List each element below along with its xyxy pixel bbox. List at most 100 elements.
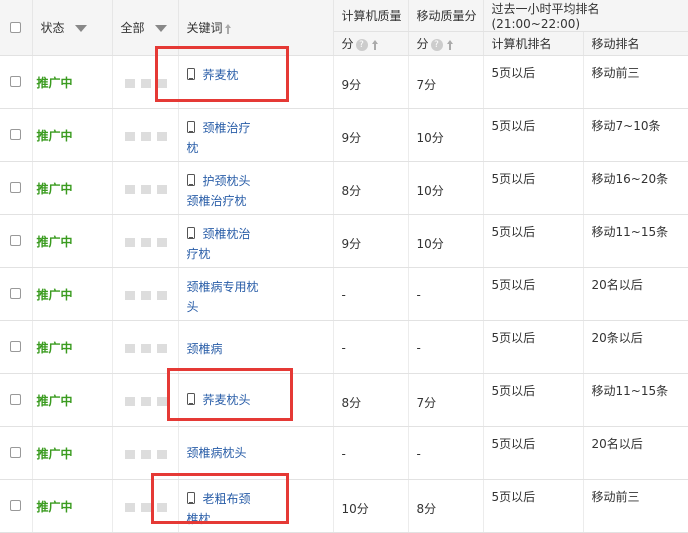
- mobile-phone-icon: [186, 121, 195, 133]
- mobile-quality-score: -: [408, 426, 484, 480]
- keyword-link[interactable]: 颈椎病: [187, 342, 223, 356]
- status-text: 推广中: [32, 267, 113, 321]
- row-select-cell: [0, 55, 33, 109]
- row-select-cell: [0, 161, 33, 215]
- pc-quality-score: 9分: [333, 55, 409, 109]
- header-status-label: 状态: [40, 21, 65, 35]
- pc-rank-value: 5页以后: [483, 426, 584, 480]
- keyword-sort-arrow-icon[interactable]: [224, 23, 232, 34]
- keyword-cell: 颈椎病枕头: [178, 426, 334, 480]
- pc-rank-value: 5页以后: [483, 161, 584, 215]
- table-row: 推广中 护颈枕头颈椎治疗枕 8分 10分 5页以后 移动16~20条: [0, 161, 688, 215]
- row-select-cell: [0, 479, 33, 533]
- status-filter-triangle-icon[interactable]: [74, 25, 87, 32]
- table-row: 推广中 颈椎病专用枕头 - - 5页以后 20名以后: [0, 267, 688, 321]
- highlight-box-3: [151, 473, 289, 524]
- row-checkbox[interactable]: [10, 76, 21, 87]
- header-mobile-rank: 移动排名: [583, 31, 688, 56]
- mobile-quality-score: 7分: [408, 55, 484, 109]
- mobile-quality-score: 10分: [408, 108, 484, 162]
- status-text: 推广中: [32, 161, 113, 215]
- pc-quality-score: 9分: [333, 108, 409, 162]
- row-checkbox[interactable]: [10, 182, 21, 193]
- pc-quality-score: 8分: [333, 373, 409, 427]
- table-row: 推广中 颈椎病 - - 5页以后 20条以后: [0, 320, 688, 374]
- pc-score-unit-label: 分: [341, 37, 354, 51]
- pc-rank-value: 5页以后: [483, 373, 584, 427]
- highlight-box-1: [155, 46, 289, 102]
- status-text: 推广中: [32, 479, 113, 533]
- keyword-link[interactable]: 颈椎治疗: [203, 121, 251, 135]
- keyword-link-cont[interactable]: 头: [187, 300, 199, 314]
- keyword-link[interactable]: 颈椎病枕头: [187, 446, 247, 460]
- placeholder-squares: [112, 267, 179, 321]
- pc-rank-value: 5页以后: [483, 55, 584, 109]
- mobile-rank-value: 移动16~20条: [583, 161, 688, 215]
- mobile-rank-value: 移动11~15条: [583, 373, 688, 427]
- mobile-quality-score: 10分: [408, 161, 484, 215]
- mobile-quality-score: 7分: [408, 373, 484, 427]
- keyword-cell: 颈椎病: [178, 320, 334, 374]
- mobile-rank-value: 20名以后: [583, 426, 688, 480]
- keyword-cell: 颈椎治疗枕: [178, 108, 334, 162]
- row-select-cell: [0, 267, 33, 321]
- table-row: 推广中 颈椎治疗枕 9分 10分 5页以后 移动7~10条: [0, 108, 688, 162]
- pc-quality-score: 9分: [333, 214, 409, 268]
- placeholder-squares: [112, 108, 179, 162]
- mobile-rank-value: 20条以后: [583, 320, 688, 374]
- header-past-hour: 过去一小时平均排名(21:00~22:00): [483, 0, 688, 32]
- row-checkbox[interactable]: [10, 341, 21, 352]
- keyword-link-cont[interactable]: 枕: [187, 141, 199, 155]
- pc-quality-score: -: [333, 320, 409, 374]
- highlight-box-2: [167, 368, 293, 421]
- mobile-rank-value: 移动前三: [583, 479, 688, 533]
- header-pc-quality: 计算机质量: [333, 0, 409, 32]
- placeholder-squares: [112, 320, 179, 374]
- header-status[interactable]: 状态: [32, 0, 113, 56]
- table-row: 推广中 荞麦枕 9分 7分 5页以后 移动前三: [0, 55, 688, 109]
- mobile-rank-value: 移动11~15条: [583, 214, 688, 268]
- placeholder-squares: [112, 426, 179, 480]
- mobile-help-question-icon[interactable]: ?: [430, 38, 443, 51]
- placeholder-squares: [112, 161, 179, 215]
- table-row: 推广中 颈椎枕治 疗枕 9分 10分 5页以后 移动11~15条: [0, 214, 688, 268]
- mobile-rank-value: 20名以后: [583, 267, 688, 321]
- keyword-link-cont[interactable]: 疗枕: [187, 247, 211, 261]
- row-checkbox[interactable]: [10, 447, 21, 458]
- row-checkbox[interactable]: [10, 394, 21, 405]
- pc-quality-score: 8分: [333, 161, 409, 215]
- row-checkbox[interactable]: [10, 288, 21, 299]
- pc-quality-score: 10分: [333, 479, 409, 533]
- table-row: 推广中 老粗布颈 椎枕 10分 8分 5页以后 移动前三: [0, 479, 688, 533]
- status-text: 推广中: [32, 108, 113, 162]
- header-pc-rank: 计算机排名: [483, 31, 584, 56]
- row-checkbox[interactable]: [10, 129, 21, 140]
- keyword-link[interactable]: 护颈枕头: [203, 174, 251, 188]
- row-select-cell: [0, 373, 33, 427]
- status-text: 推广中: [32, 320, 113, 374]
- keyword-link-cont[interactable]: 颈椎治疗枕: [187, 194, 247, 208]
- pc-help-question-icon[interactable]: ?: [355, 38, 368, 51]
- keyword-link[interactable]: 颈椎病专用枕: [187, 280, 259, 294]
- keyword-link[interactable]: 颈椎枕治: [203, 227, 251, 241]
- row-checkbox[interactable]: [10, 500, 21, 511]
- keyword-cell: 颈椎枕治疗枕: [178, 214, 334, 268]
- placeholder-squares: [112, 214, 179, 268]
- mobile-quality-score: 10分: [408, 214, 484, 268]
- pc-sort-arrow-icon[interactable]: [371, 39, 379, 50]
- keyword-table: 状态 全部 关键词 计算机质量 移动质量分 过去一小时平均排名(21:00~22…: [0, 0, 688, 533]
- row-checkbox[interactable]: [10, 235, 21, 246]
- all-filter-triangle-icon[interactable]: [154, 25, 167, 32]
- header-select-all: [0, 0, 33, 56]
- table-row: 推广中 荞麦枕头 8分 7分 5页以后 移动11~15条: [0, 373, 688, 427]
- status-text: 推广中: [32, 426, 113, 480]
- status-text: 推广中: [32, 214, 113, 268]
- header-mobile-rank-label: 移动排名: [591, 37, 640, 51]
- select-all-checkbox[interactable]: [10, 22, 21, 33]
- header-keyword-label: 关键词: [186, 21, 223, 35]
- table-row: 推广中 颈椎病枕头 - - 5页以后 20名以后: [0, 426, 688, 480]
- pc-quality-score: -: [333, 267, 409, 321]
- mobile-score-unit-label: 分: [416, 37, 429, 51]
- mobile-sort-arrow-icon[interactable]: [446, 39, 454, 50]
- pc-rank-value: 5页以后: [483, 267, 584, 321]
